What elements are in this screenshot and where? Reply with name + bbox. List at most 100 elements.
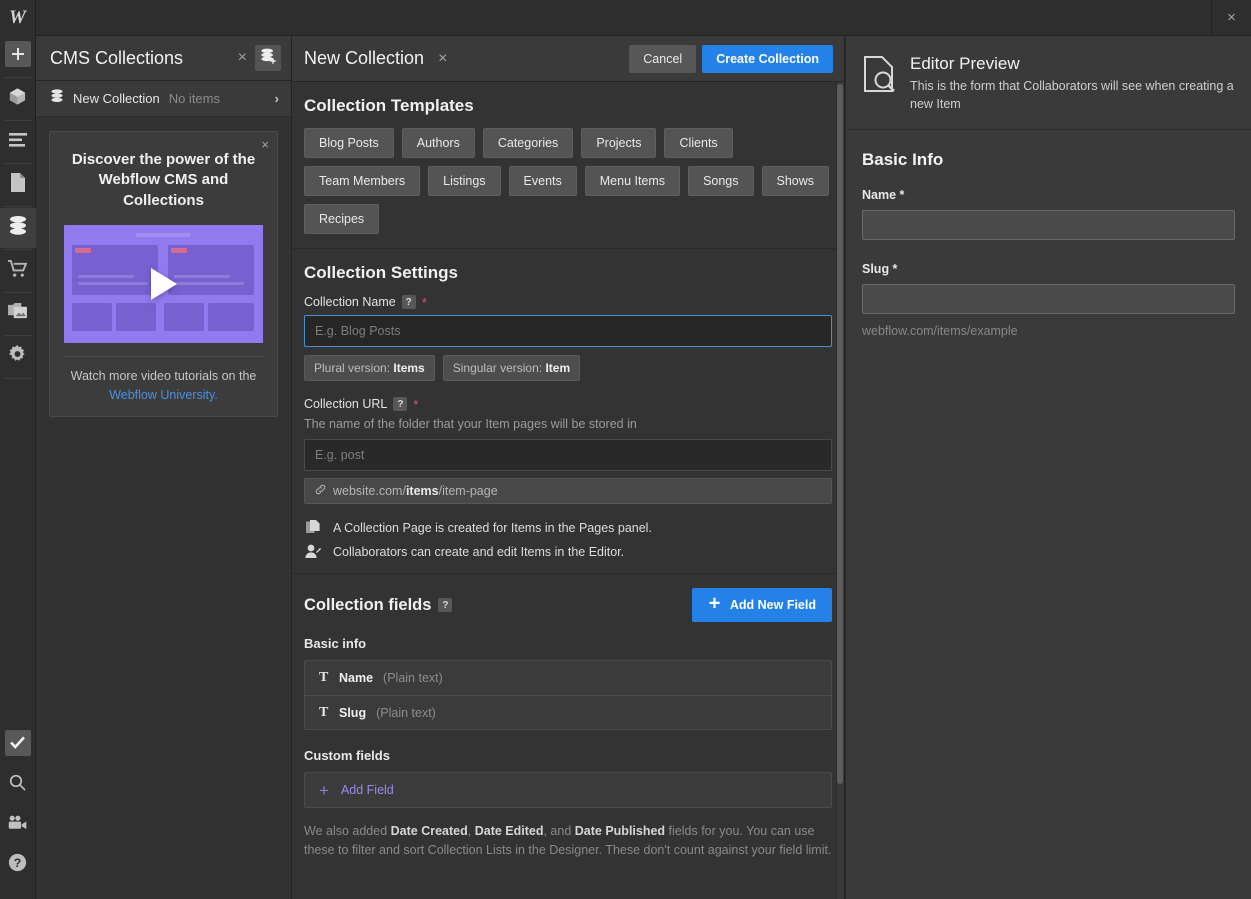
- rail-item-cms[interactable]: [0, 208, 36, 248]
- required-asterisk: *: [413, 396, 419, 412]
- collection-url-input[interactable]: [304, 439, 832, 471]
- rail-divider: [3, 335, 32, 336]
- rail-item-components[interactable]: [0, 79, 36, 119]
- field-type: (Plain text): [376, 705, 436, 720]
- webflow-logo[interactable]: W: [0, 0, 36, 36]
- pages-copy-icon: [304, 520, 322, 535]
- plural-version-value: Items: [393, 361, 425, 375]
- window-top-bar: ×: [36, 0, 1251, 36]
- left-icon-rail: W ?: [0, 0, 36, 899]
- create-collection-button[interactable]: Create Collection: [702, 44, 833, 73]
- template-chip-list: Blog Posts Authors Categories Projects C…: [304, 128, 832, 234]
- collection-url-description: The name of the folder that your Item pa…: [304, 417, 637, 431]
- rail-item-add-elements[interactable]: [0, 36, 36, 76]
- field-row-name[interactable]: T Name (Plain text): [305, 661, 831, 695]
- rail-item-audit[interactable]: [0, 725, 36, 765]
- add-field-label: Add Field: [340, 783, 394, 797]
- plural-version-chip: Plural version: Items: [304, 355, 435, 381]
- page-icon: [10, 173, 26, 197]
- preview-name-input[interactable]: [862, 210, 1235, 241]
- url-preview-slug: items: [405, 484, 439, 498]
- add-collection-button[interactable]: [255, 45, 281, 71]
- rail-item-ecommerce[interactable]: [0, 251, 36, 291]
- template-chip-projects[interactable]: Projects: [581, 128, 657, 158]
- basic-info-title: Basic Info: [862, 150, 944, 170]
- basic-info-group-label: Basic info: [304, 636, 367, 651]
- template-chip-events[interactable]: Events: [508, 166, 577, 196]
- rail-item-settings[interactable]: [0, 337, 36, 377]
- promo-video-thumbnail[interactable]: [64, 224, 263, 343]
- editor-preview-body: Basic Info Name * Slug * webflow.com/ite…: [846, 130, 1251, 338]
- close-icon[interactable]: ×: [430, 50, 455, 67]
- template-chip-recipes[interactable]: Recipes: [304, 204, 380, 234]
- rail-divider: [3, 292, 32, 293]
- gear-icon: [8, 345, 27, 369]
- help-icon[interactable]: ?: [393, 397, 408, 411]
- collection-url-label-row: Collection URL ? *: [304, 397, 832, 411]
- footnote-date-created: Date Created: [390, 824, 468, 838]
- rail-item-search[interactable]: [0, 765, 36, 805]
- template-chip-team-members[interactable]: Team Members: [304, 166, 421, 196]
- database-icon: [50, 89, 64, 108]
- list-item[interactable]: New Collection No items ›: [36, 81, 291, 117]
- svg-text:?: ?: [14, 856, 22, 870]
- template-chip-menu-items[interactable]: Menu Items: [584, 166, 681, 196]
- preview-slug-input[interactable]: [862, 284, 1235, 315]
- rail-item-navigator[interactable]: [0, 122, 36, 162]
- basic-info-field-list: T Name (Plain text) T Slug (Plain text): [304, 660, 832, 730]
- rail-divider: [3, 77, 32, 78]
- template-chip-listings[interactable]: Listings: [428, 166, 501, 196]
- footnote-prefix: We also added: [304, 824, 391, 838]
- images-icon: [8, 303, 27, 325]
- section-title: Collection Templates: [304, 96, 474, 115]
- cms-collections-header: CMS Collections ×: [36, 36, 291, 81]
- rail-item-pages[interactable]: [0, 165, 36, 205]
- singular-version-value: Item: [545, 361, 571, 375]
- help-icon[interactable]: ?: [401, 295, 416, 309]
- template-chip-authors[interactable]: Authors: [401, 128, 475, 158]
- new-collection-panel: New Collection × Cancel Create Collectio…: [292, 36, 845, 899]
- note-collection-page: A Collection Page is created for Items i…: [304, 520, 832, 535]
- template-chip-blog-posts[interactable]: Blog Posts: [304, 128, 394, 158]
- required-asterisk: *: [421, 294, 427, 310]
- promo-footer-text: Watch more video tutorials on the: [70, 368, 257, 383]
- rail-item-help[interactable]: ?: [0, 845, 36, 885]
- collection-name-input[interactable]: [304, 315, 832, 347]
- close-icon[interactable]: ×: [1211, 0, 1251, 35]
- rail-item-video[interactable]: [0, 805, 36, 845]
- promo-title: Discover the power of the Webflow CMS an…: [71, 151, 256, 209]
- fields-footnote: We also added Date Created, Date Edited,…: [304, 822, 832, 861]
- singular-version-chip: Singular version: Item: [442, 355, 581, 381]
- add-new-field-button[interactable]: Add New Field: [691, 588, 832, 622]
- template-chip-songs[interactable]: Songs: [688, 166, 754, 196]
- close-icon[interactable]: ×: [261, 138, 269, 151]
- editor-preview-header: Editor Preview This is the form that Col…: [846, 36, 1251, 131]
- plus-icon: +: [319, 780, 329, 800]
- new-collection-scroll-area: Collection Templates Blog Posts Authors …: [292, 82, 844, 899]
- add-field-button[interactable]: + Add Field: [304, 772, 832, 808]
- url-preview-suffix: /item-page: [438, 484, 498, 498]
- add-new-field-label: Add New Field: [729, 598, 816, 612]
- rail-divider: [3, 378, 32, 379]
- webflow-university-link[interactable]: Webflow University.: [109, 388, 218, 402]
- play-icon: [150, 267, 177, 300]
- scrollbar-track[interactable]: [836, 82, 844, 899]
- collection-url-label: Collection URL: [304, 397, 388, 411]
- scrollbar-thumb[interactable]: [837, 84, 843, 784]
- template-chip-categories[interactable]: Categories: [482, 128, 574, 158]
- template-chip-shows[interactable]: Shows: [761, 166, 830, 196]
- field-row-slug[interactable]: T Slug (Plain text): [305, 695, 831, 729]
- text-type-icon: T: [319, 670, 329, 685]
- help-icon[interactable]: ?: [438, 598, 453, 612]
- custom-fields-group-label: Custom fields: [304, 748, 390, 763]
- user-edit-icon: [304, 544, 322, 559]
- cancel-button[interactable]: Cancel: [629, 44, 697, 73]
- template-chip-clients[interactable]: Clients: [664, 128, 733, 158]
- footnote-date-published: Date Published: [574, 824, 666, 838]
- rail-divider: [3, 163, 32, 164]
- shopping-cart-icon: [8, 259, 28, 283]
- editor-preview-panel: Editor Preview This is the form that Col…: [846, 36, 1251, 899]
- rail-item-assets[interactable]: [0, 294, 36, 334]
- url-preview: website.com/items/item-page: [304, 478, 832, 504]
- close-icon[interactable]: ×: [230, 50, 255, 66]
